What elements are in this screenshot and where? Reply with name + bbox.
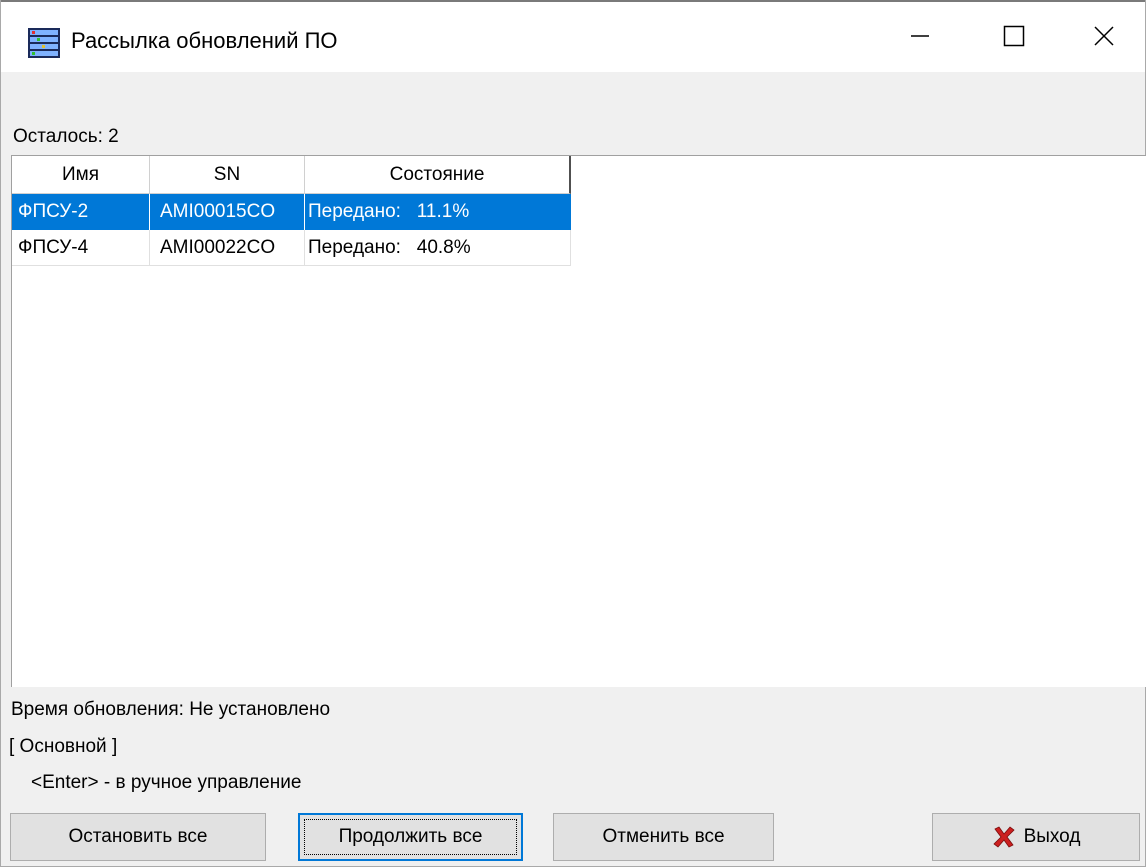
cancel-all-label: Отменить все [602,826,725,847]
cell-name: ФПСУ-2 [12,194,150,230]
exit-button[interactable]: Выход [932,813,1140,861]
server-rack-icon [28,28,60,58]
stop-all-label: Остановить все [68,826,208,847]
exit-label: Выход [1023,826,1081,847]
continue-all-button[interactable]: Продолжить все [298,813,523,861]
cell-status: Передано: 40.8% [305,230,571,266]
update-dialog-window: Рассылка обновлений ПО Осталось: 2 Имя S… [0,0,1146,867]
focus-rectangle [304,819,517,855]
cancel-all-button[interactable]: Отменить все [553,813,774,861]
red-x-icon [992,826,1015,848]
cell-sn: AMI00015CO [150,194,305,230]
minimize-icon [911,35,929,37]
maximize-button[interactable] [969,0,1059,72]
column-header-name[interactable]: Имя [12,156,150,194]
title-bar: Рассылка обновлений ПО [1,0,1145,72]
maximize-icon [1003,25,1025,47]
stop-all-button[interactable]: Остановить все [10,813,266,861]
cell-status: Передано: 11.1% [308,201,470,222]
hint-text: <Enter> - в ручное управление [31,772,302,793]
column-header-sn[interactable]: SN [150,156,305,194]
close-button[interactable] [1059,0,1146,72]
cell-sn: AMI00022CO [150,230,305,266]
table-row[interactable]: ФПСУ-2 AMI00015CO Передано: 11.1% [12,194,571,230]
table-row[interactable]: ФПСУ-4 AMI00022CO Передано: 40.8% [12,230,571,266]
devices-list[interactable]: Имя SN Состояние ФПСУ-2 AMI00015CO Перед… [11,155,1146,687]
close-icon [1094,26,1114,46]
column-header-status[interactable]: Состояние [305,156,571,194]
minimize-button[interactable] [875,0,965,72]
cell-name: ФПСУ-4 [12,230,150,266]
window-title: Рассылка обновлений ПО [71,28,338,53]
update-time-text: Время обновления: Не установлено [11,699,331,720]
mode-text: [ Основной ] [9,736,118,757]
remaining-count: Осталось: 2 [13,126,119,147]
